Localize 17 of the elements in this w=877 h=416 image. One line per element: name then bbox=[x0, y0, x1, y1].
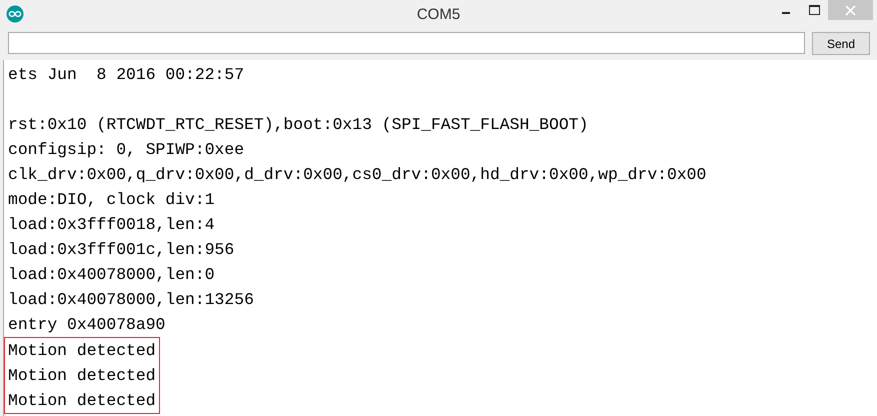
output-line: load:0x40078000,len:13256 bbox=[8, 289, 254, 311]
output-line: mode:DIO, clock div:1 bbox=[8, 189, 215, 211]
logo-icon bbox=[6, 5, 24, 23]
output-line: entry 0x40078a90 bbox=[8, 314, 166, 336]
output-line: load:0x40078000,len:0 bbox=[8, 264, 215, 286]
output-line: Motion detected bbox=[8, 340, 156, 362]
input-field[interactable] bbox=[8, 32, 805, 54]
output-line: rst:0x10 (RTCWDT_RTC_RESET),boot:0x13 (SPI_FAST_FLASH_BOOT) bbox=[8, 114, 588, 136]
send-button[interactable]: Send bbox=[812, 32, 870, 55]
output-line: ets Jun 8 2016 00:22:57 bbox=[8, 64, 244, 86]
output-line: Motion detected bbox=[8, 365, 156, 387]
output-line: configsip: 0, SPIWP:0xee bbox=[8, 139, 244, 161]
output-line: load:0x3fff0018,len:4 bbox=[8, 214, 215, 236]
output-line: Motion detected bbox=[8, 390, 156, 412]
output-line: load:0x3fff001c,len:956 bbox=[8, 239, 234, 261]
window-title: COM5 bbox=[416, 6, 460, 22]
output-line: clk_drv:0x00,q_drv:0x00,d_drv:0x00,cs0_drv:0x00,hd_drv:0x00,wp_drv:0x00 bbox=[8, 164, 706, 186]
